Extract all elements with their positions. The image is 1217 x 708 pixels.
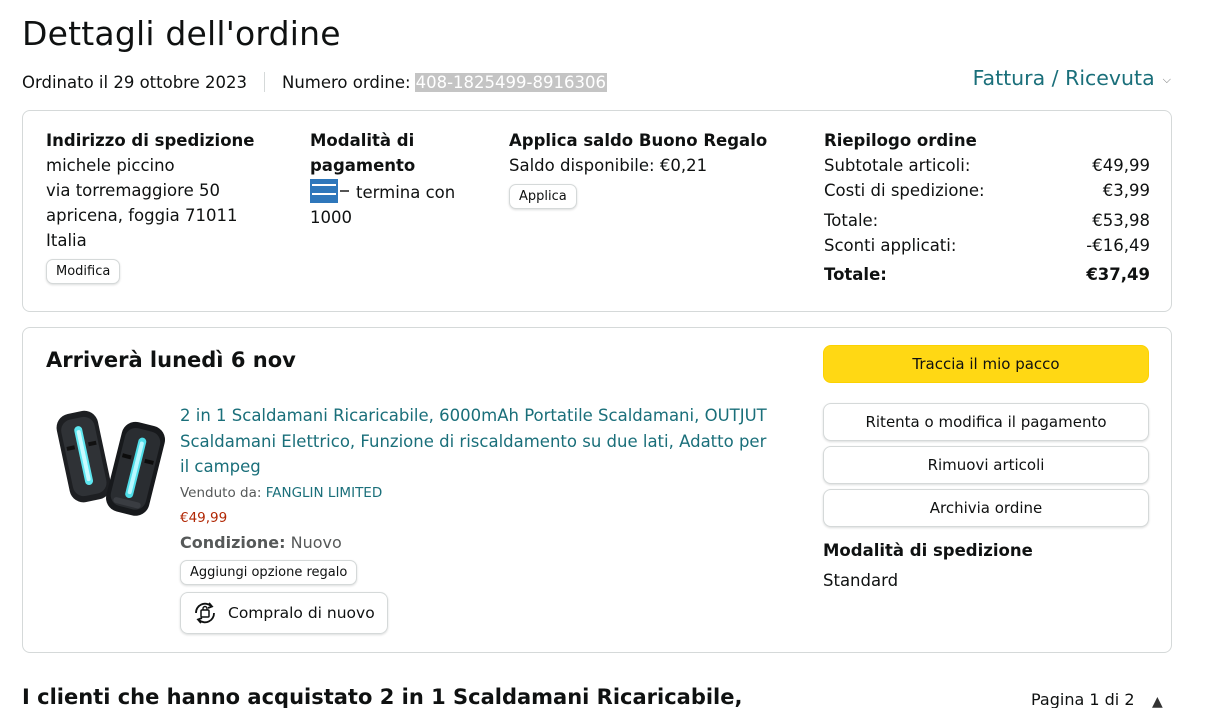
chevron-up-icon[interactable]: ▲ bbox=[1152, 694, 1163, 708]
summary-row-shipping: Costi di spedizione: €3,99 bbox=[824, 178, 1150, 203]
summary-row-subtotal: Subtotale articoli: €49,99 bbox=[824, 153, 1150, 178]
address-country: Italia bbox=[46, 231, 87, 250]
seller-link[interactable]: FANGLIN LIMITED bbox=[266, 485, 383, 501]
remove-items-button[interactable]: Rimuovi articoli bbox=[823, 446, 1149, 484]
sold-by-label: Venduto da: bbox=[180, 484, 262, 501]
payment-heading-line1: Modalità di bbox=[310, 131, 415, 150]
payment-heading-line2: pagamento bbox=[310, 156, 416, 175]
track-package-button[interactable]: Traccia il mio pacco bbox=[823, 345, 1149, 383]
summary-value: €3,99 bbox=[1102, 181, 1150, 200]
buy-again-button[interactable]: Compralo di nuovo bbox=[180, 591, 388, 634]
gift-card-balance-text: Saldo disponibile: €0,21 bbox=[509, 156, 708, 175]
american-express-card-icon bbox=[310, 178, 350, 204]
shipment-box: Arriverà lunedì 6 nov 2 in 1 Scaldamani … bbox=[22, 327, 1172, 653]
shipping-method-value: Standard bbox=[823, 571, 899, 590]
archive-order-button[interactable]: Archivia ordine bbox=[823, 489, 1149, 527]
retry-payment-button[interactable]: Ritenta o modifica il pagamento bbox=[823, 403, 1149, 441]
condition-value: Nuovo bbox=[290, 532, 342, 552]
summary-label: Subtotale articoli: bbox=[824, 156, 971, 175]
recommendations-title: I clienti che hanno acquistato 2 in 1 Sc… bbox=[22, 685, 743, 708]
summary-value: €53,98 bbox=[1092, 211, 1150, 230]
add-gift-option-button[interactable]: Aggiungi opzione regalo bbox=[180, 559, 358, 585]
order-summary-heading: Riepilogo ordine bbox=[824, 131, 977, 150]
address-street: via torremaggiore 50 bbox=[46, 181, 220, 200]
summary-row-total: Totale: €53,98 bbox=[824, 208, 1150, 233]
invoice-link-label[interactable]: Fattura / Ricevuta bbox=[973, 66, 1155, 90]
order-number: 408-1825499-8916306 bbox=[414, 72, 607, 92]
edit-address-button[interactable]: Modifica bbox=[46, 259, 121, 284]
payment-card-line: termina con bbox=[310, 178, 490, 205]
condition-label: Condizione: bbox=[180, 532, 286, 552]
summary-row-grand-total: Totale: €37,49 bbox=[824, 262, 1150, 287]
product-price: €49,99 bbox=[180, 509, 228, 526]
divider bbox=[263, 72, 265, 92]
address-city: apricena, foggia 71011 bbox=[46, 206, 238, 225]
summary-label: Sconti applicati: bbox=[824, 236, 957, 255]
shipping-address-heading: Indirizzo di spedizione bbox=[46, 131, 255, 150]
product-info: 2 in 1 Scaldamani Ricaricabile, 6000mAh … bbox=[180, 403, 780, 634]
summary-label: Costi di spedizione: bbox=[824, 181, 985, 200]
buy-again-label[interactable]: Compralo di nuovo bbox=[228, 604, 375, 622]
shipment-actions: Traccia il mio pacco Ritenta o modifica … bbox=[823, 345, 1149, 592]
shipping-method-heading: Modalità di spedizione bbox=[823, 541, 1033, 560]
summary-value: -€16,49 bbox=[1086, 236, 1150, 255]
payment-method: Modalità di pagamento termina con 1000 bbox=[310, 128, 490, 230]
hand-warmer-product-image[interactable] bbox=[51, 401, 171, 521]
invoice-dropdown[interactable]: Fattura / Ricevuta ⌵ bbox=[973, 66, 1171, 90]
order-summary: Riepilogo ordine Subtotale articoli: €49… bbox=[824, 128, 1150, 287]
address-name: michele piccino bbox=[46, 156, 175, 175]
chevron-down-icon[interactable]: ⌵ bbox=[1163, 73, 1171, 87]
product-title-link[interactable]: 2 in 1 Scaldamani Ricaricabile, 6000mAh … bbox=[180, 403, 780, 480]
rebuy-cycle-icon bbox=[195, 601, 215, 624]
summary-value: €37,49 bbox=[1086, 265, 1150, 284]
product-condition: Condizione: Nuovo bbox=[180, 532, 780, 554]
summary-row-discounts: Sconti applicati: -€16,49 bbox=[824, 233, 1150, 258]
shipping-address: Indirizzo di spedizione michele piccino … bbox=[46, 128, 286, 284]
page-title: Dettagli dell'ordine bbox=[22, 14, 341, 53]
order-number-label: Numero ordine: bbox=[281, 72, 411, 92]
card-last-digits: 1000 bbox=[310, 208, 352, 227]
summary-value: €49,99 bbox=[1092, 156, 1150, 175]
carousel-pager: Pagina 1 di 2 bbox=[1031, 690, 1135, 708]
summary-label: Totale: bbox=[824, 265, 887, 284]
arrival-date: Arriverà lunedì 6 nov bbox=[46, 348, 296, 372]
summary-label: Totale: bbox=[824, 211, 879, 230]
card-ending-text: termina con bbox=[356, 183, 456, 202]
sold-by: Venduto da: FANGLIN LIMITED bbox=[180, 483, 780, 503]
order-info-box: Indirizzo di spedizione michele piccino … bbox=[22, 110, 1172, 312]
order-meta: Ordinato il 29 ottobre 2023 Numero ordin… bbox=[22, 72, 607, 92]
apply-gift-balance-button[interactable]: Applica bbox=[509, 184, 577, 209]
order-date: Ordinato il 29 ottobre 2023 bbox=[22, 72, 247, 92]
gift-card-heading: Applica saldo Buono Regalo bbox=[509, 131, 768, 150]
gift-card-balance: Applica saldo Buono Regalo Saldo disponi… bbox=[509, 128, 789, 209]
